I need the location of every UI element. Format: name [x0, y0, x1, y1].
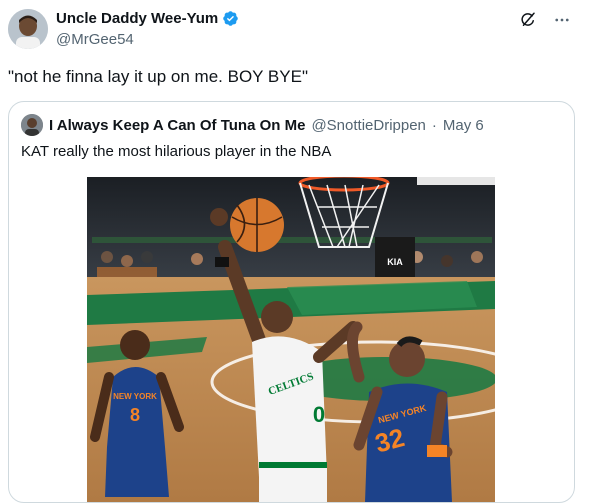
author-display-name[interactable]: Uncle Daddy Wee-Yum	[56, 10, 218, 27]
grok-icon[interactable]	[518, 10, 538, 30]
quoted-handle[interactable]: @SnottieDrippen	[311, 117, 425, 134]
tweet-text: "not he finna lay it up on me. BOY BYE"	[8, 67, 308, 86]
quoted-tweet-text: KAT really the most hilarious player in …	[21, 143, 332, 160]
verified-badge-icon	[223, 11, 239, 26]
quoted-separator: ·	[431, 116, 437, 134]
quoted-tweet-card[interactable]: I Always Keep A Can Of Tuna On Me @Snott…	[8, 101, 575, 503]
basketball-photo[interactable]: KIA NEW YORK 8 CELTICS 0 NEW YORK 32	[87, 177, 495, 502]
author-handle[interactable]: @MrGee54	[56, 31, 134, 48]
left-jersey-number: 8	[130, 405, 140, 425]
left-jersey-team: NEW YORK	[113, 392, 157, 401]
center-jersey-number: 0	[313, 402, 325, 427]
quoted-date[interactable]: May 6	[443, 117, 484, 134]
court-sponsor-label: KIA	[387, 257, 403, 267]
basketball	[230, 198, 284, 252]
quoted-author-avatar[interactable]	[21, 114, 43, 136]
author-avatar[interactable]	[8, 9, 48, 49]
more-icon[interactable]	[552, 10, 572, 30]
quoted-display-name[interactable]: I Always Keep A Can Of Tuna On Me	[49, 117, 305, 134]
